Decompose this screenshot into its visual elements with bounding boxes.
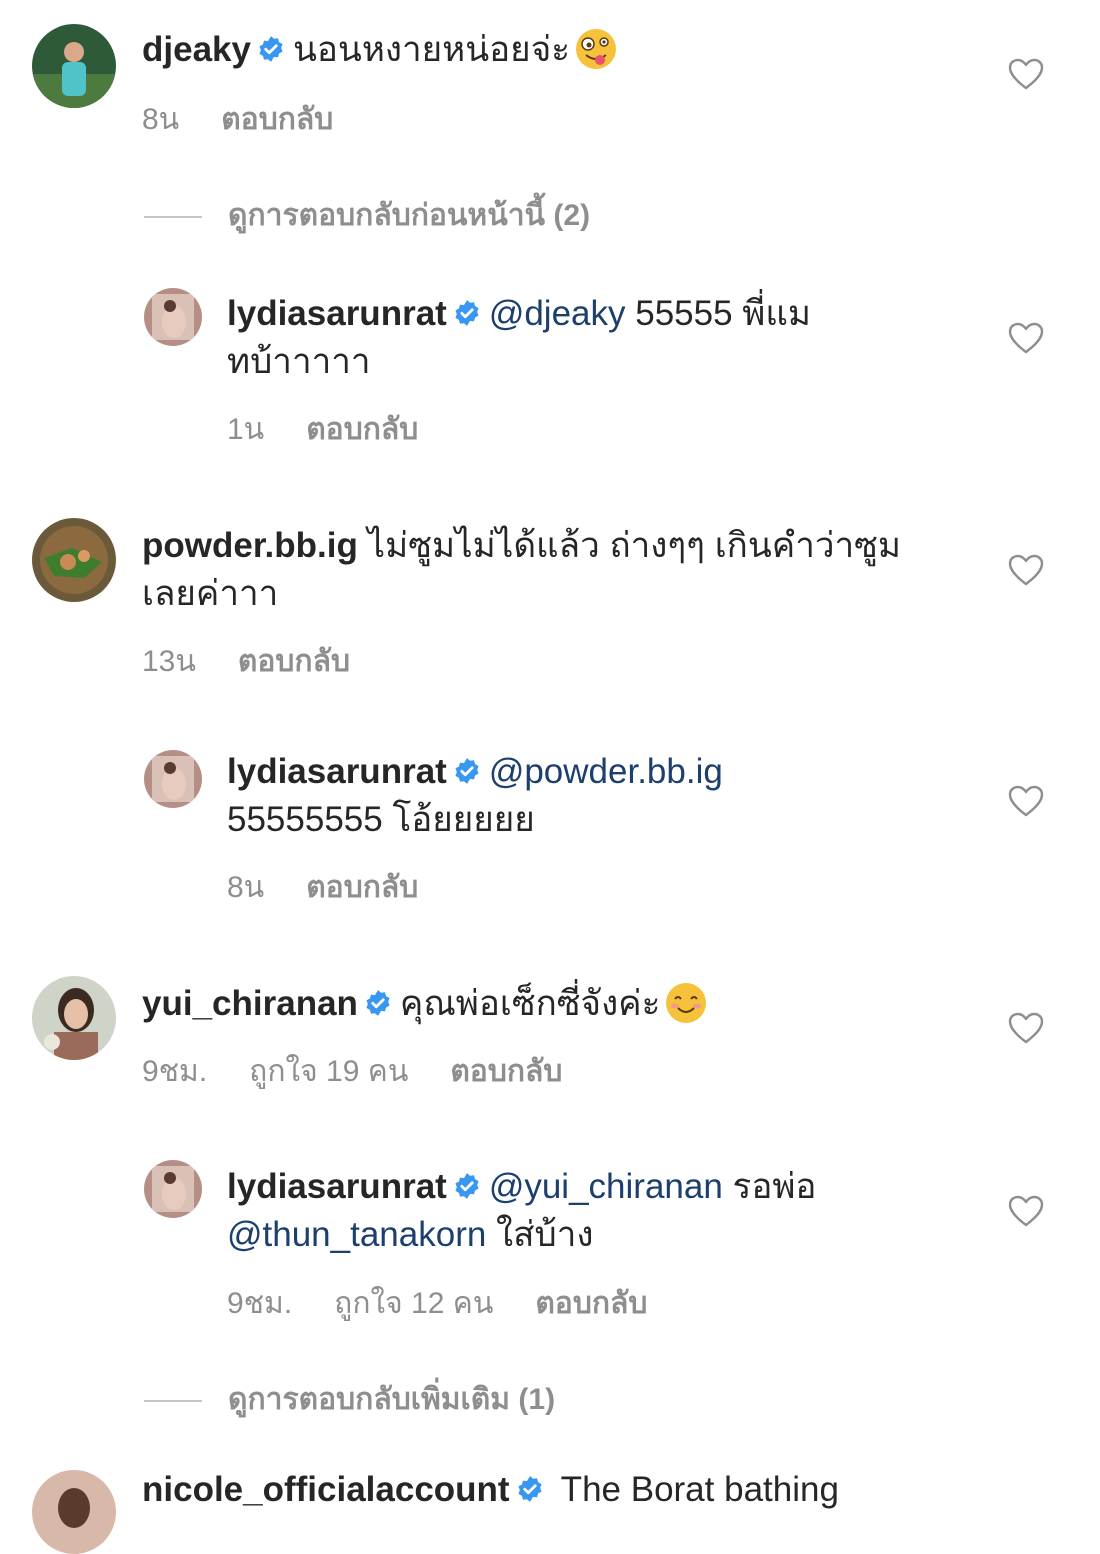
comment-text-continued: ใส่บ้าง — [486, 1215, 594, 1254]
avatar-lydiasarunrat[interactable] — [144, 1160, 202, 1218]
reply-button[interactable]: ตอบกลับ — [306, 871, 418, 904]
reply-button[interactable]: ตอบกลับ — [450, 1055, 562, 1088]
reply-button[interactable]: ตอบกลับ — [238, 645, 350, 678]
comment-text: 55555555 โอ้ยยยยย — [227, 800, 535, 839]
like-heart-icon[interactable] — [1008, 1012, 1044, 1044]
avatar-yui-chiranan[interactable] — [32, 976, 116, 1060]
comment-text: ไม่ซูมไม่ได้แล้ว ถ่างๆๆ เกินคำว่าซูม — [357, 526, 901, 565]
like-count[interactable]: ถูกใจ 19 คน — [249, 1055, 408, 1088]
reply-button[interactable]: ตอบกลับ — [306, 413, 418, 446]
like-heart-icon[interactable] — [1008, 1195, 1044, 1227]
like-count[interactable]: ถูกใจ 12 คน — [334, 1287, 493, 1320]
avatar-nicole-officialaccount[interactable] — [32, 1470, 116, 1554]
comment-time: 1น — [227, 413, 265, 446]
username[interactable]: lydiasarunrat — [227, 1167, 447, 1206]
comment-text: 55555 พี่แม — [625, 294, 811, 333]
view-more-replies[interactable]: ดูการตอบกลับเพิ่มเติม (1) — [144, 1376, 555, 1423]
mention-link[interactable]: @yui_chiranan — [489, 1167, 723, 1206]
mention-link[interactable]: @thun_tanakorn — [227, 1215, 486, 1254]
comment-time: 13น — [142, 645, 196, 678]
username[interactable]: djeaky — [142, 30, 251, 69]
avatar-powder-bb-ig[interactable] — [32, 518, 116, 602]
reply-button[interactable]: ตอบกลับ — [221, 103, 333, 136]
verified-badge-icon — [516, 1475, 544, 1503]
verified-badge-icon — [257, 35, 285, 63]
mention-link[interactable]: @djeaky — [489, 294, 626, 333]
view-previous-replies[interactable]: ดูการตอบกลับก่อนหน้านี้ (2) — [144, 192, 590, 239]
comment-time: 9ชม. — [227, 1287, 293, 1320]
comment-time: 8น — [227, 871, 265, 904]
verified-badge-icon — [453, 757, 481, 785]
verified-badge-icon — [453, 299, 481, 327]
avatar-djeaky[interactable] — [32, 24, 116, 108]
divider-line — [144, 1400, 202, 1403]
divider-line — [144, 216, 202, 219]
comment-time: 9ชม. — [142, 1055, 208, 1088]
comment-text: คุณพ่อเซ็กซี่จังค่ะ — [399, 984, 661, 1023]
comment-text: นอนหงายหน่อยจ่ะ — [292, 30, 570, 69]
username[interactable]: powder.bb.ig — [142, 526, 358, 565]
comment-text-continued: เลยค่าาา — [142, 574, 279, 613]
like-heart-icon[interactable] — [1008, 785, 1044, 817]
comment-time: 8น — [142, 103, 180, 136]
like-heart-icon[interactable] — [1008, 554, 1044, 586]
avatar-lydiasarunrat[interactable] — [144, 288, 202, 346]
verified-badge-icon — [364, 989, 392, 1017]
comment-text-continued: ทบ้าาาาา — [227, 342, 371, 381]
username[interactable]: yui_chiranan — [142, 984, 358, 1023]
like-heart-icon[interactable] — [1008, 58, 1044, 90]
zany-face-emoji — [574, 27, 618, 71]
mention-link[interactable]: @powder.bb.ig — [489, 752, 723, 791]
username[interactable]: lydiasarunrat — [227, 294, 447, 333]
smiling-face-emoji — [664, 981, 708, 1025]
verified-badge-icon — [453, 1172, 481, 1200]
comment-text: รอพ่อ — [722, 1167, 817, 1206]
like-heart-icon[interactable] — [1008, 322, 1044, 354]
reply-button[interactable]: ตอบกลับ — [535, 1287, 647, 1320]
username[interactable]: lydiasarunrat — [227, 752, 447, 791]
avatar-lydiasarunrat[interactable] — [144, 750, 202, 808]
